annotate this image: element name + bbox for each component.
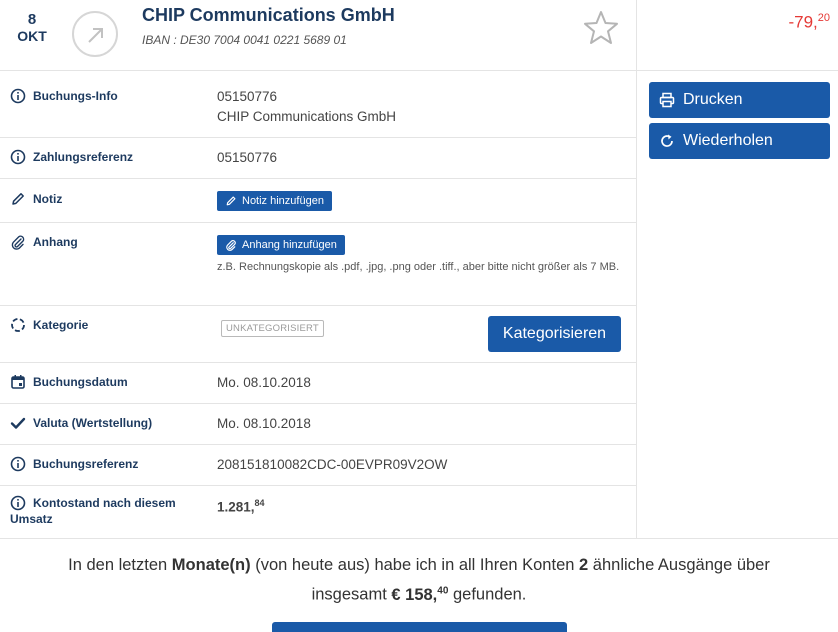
add-note-button[interactable]: Notiz hinzufügen [217, 191, 332, 211]
date-month: OKT [17, 28, 47, 44]
note-label: Notiz [33, 192, 63, 206]
row-booking-info: Buchungs-Info 05150776 CHIP Communicatio… [0, 71, 636, 138]
row-payment-reference: Zahlungsreferenz 05150776 [0, 138, 636, 179]
category-tag: UNKATEGORISIERT [221, 320, 324, 337]
footer-divider [0, 538, 838, 539]
booking-info-line2: CHIP Communications GmbH [217, 109, 397, 124]
categorize-button[interactable]: Kategorisieren [488, 316, 621, 352]
payee-iban: IBAN : DE30 7004 0041 0221 5689 01 [142, 33, 347, 47]
checkmark-icon [10, 417, 26, 429]
add-attachment-button[interactable]: Anhang hinzufügen [217, 235, 345, 255]
balance-label: Kontostand nach diesem Umsatz [10, 496, 176, 526]
row-booking-date: Buchungsdatum Mo. 08.10.2018 [0, 363, 636, 404]
pencil-icon [226, 196, 236, 206]
balance-cents: 84 [254, 498, 265, 508]
footer-action-button[interactable] [272, 622, 567, 632]
amount-main: -79, [788, 12, 818, 32]
info-icon [10, 149, 26, 165]
info-icon [10, 88, 26, 104]
add-attachment-label: Anhang hinzufügen [242, 239, 337, 251]
row-category: Kategorie UNKATEGORISIERT Kategorisieren [0, 306, 636, 363]
payee-name: CHIP Communications GmbH [142, 5, 395, 25]
category-label: Kategorie [33, 318, 89, 332]
value-date-value: Mo. 08.10.2018 [217, 416, 311, 431]
dashed-circle-icon [11, 318, 25, 332]
summary-total-cents: 40 [437, 585, 449, 596]
summary-total: € 158,40 [391, 585, 449, 604]
balance-main: 1.281, [217, 499, 255, 515]
row-booking-reference: Buchungsreferenz 208151810082CDC-00EVPR0… [0, 445, 636, 486]
attachment-hint: z.B. Rechnungskopie als .pdf, .jpg, .png… [217, 261, 620, 273]
attachment-label: Anhang [33, 235, 78, 249]
booking-info-line1: 05150776 [217, 89, 278, 104]
paperclip-icon [226, 240, 236, 251]
date-badge: 8 OKT [12, 11, 52, 44]
summary-period: Monate(n) [171, 556, 251, 574]
summary-total-main: € 158, [391, 585, 438, 604]
star-outline-icon[interactable] [582, 9, 620, 52]
summary-text: In den letzten [68, 556, 172, 574]
info-icon [10, 456, 26, 472]
balance-value: 1.281,84 [217, 493, 265, 518]
transaction-amount: -79,20 [788, 12, 830, 33]
payment-reference-label: Zahlungsreferenz [33, 150, 134, 164]
row-balance: Kontostand nach diesem Umsatz 1.281,84 [0, 486, 636, 538]
pencil-icon [12, 193, 24, 205]
add-note-label: Notiz hinzufügen [242, 195, 324, 207]
date-day: 8 [27, 11, 37, 28]
similar-expenses-summary: In den letzten Monate(n) (von heute aus)… [0, 553, 838, 608]
paperclip-icon [11, 235, 25, 250]
summary-count: 2 [579, 556, 589, 574]
repeat-icon [661, 134, 673, 147]
print-button[interactable]: Drucken [649, 82, 830, 118]
row-attachment: Anhang Anhang hinzufügen z.B. Rechnungsk… [0, 223, 636, 306]
amount-cents: 20 [817, 12, 830, 24]
booking-info-label: Buchungs-Info [33, 89, 118, 103]
row-note: Notiz Notiz hinzufügen [0, 179, 636, 223]
payment-reference-value: 05150776 [217, 150, 278, 165]
header-divider [636, 0, 637, 71]
summary-text: insgesamt [311, 585, 392, 604]
repeat-label: Wiederholen [683, 132, 773, 149]
transaction-details: Buchungs-Info 05150776 CHIP Communicatio… [0, 71, 637, 538]
row-value-date: Valuta (Wertstellung) Mo. 08.10.2018 [0, 404, 636, 445]
value-date-label: Valuta (Wertstellung) [33, 416, 153, 430]
summary-text: gefunden. [448, 585, 527, 604]
booking-reference-label: Buchungsreferenz [33, 457, 139, 471]
calendar-icon [11, 375, 25, 389]
booking-reference-value: 208151810082CDC-00EVPR09V2OW [217, 457, 448, 472]
print-label: Drucken [683, 91, 743, 108]
summary-text: ähnliche Ausgänge über [588, 556, 770, 574]
booking-date-label: Buchungsdatum [33, 375, 128, 389]
transaction-header: 8 OKT CHIP Communications GmbH IBAN : DE… [0, 0, 838, 71]
repeat-button[interactable]: Wiederholen [649, 123, 830, 159]
printer-icon [659, 92, 675, 108]
booking-date-value: Mo. 08.10.2018 [217, 375, 311, 390]
arrow-up-right-icon [72, 11, 118, 57]
summary-text: (von heute aus) habe ich in all Ihren Ko… [250, 556, 580, 574]
